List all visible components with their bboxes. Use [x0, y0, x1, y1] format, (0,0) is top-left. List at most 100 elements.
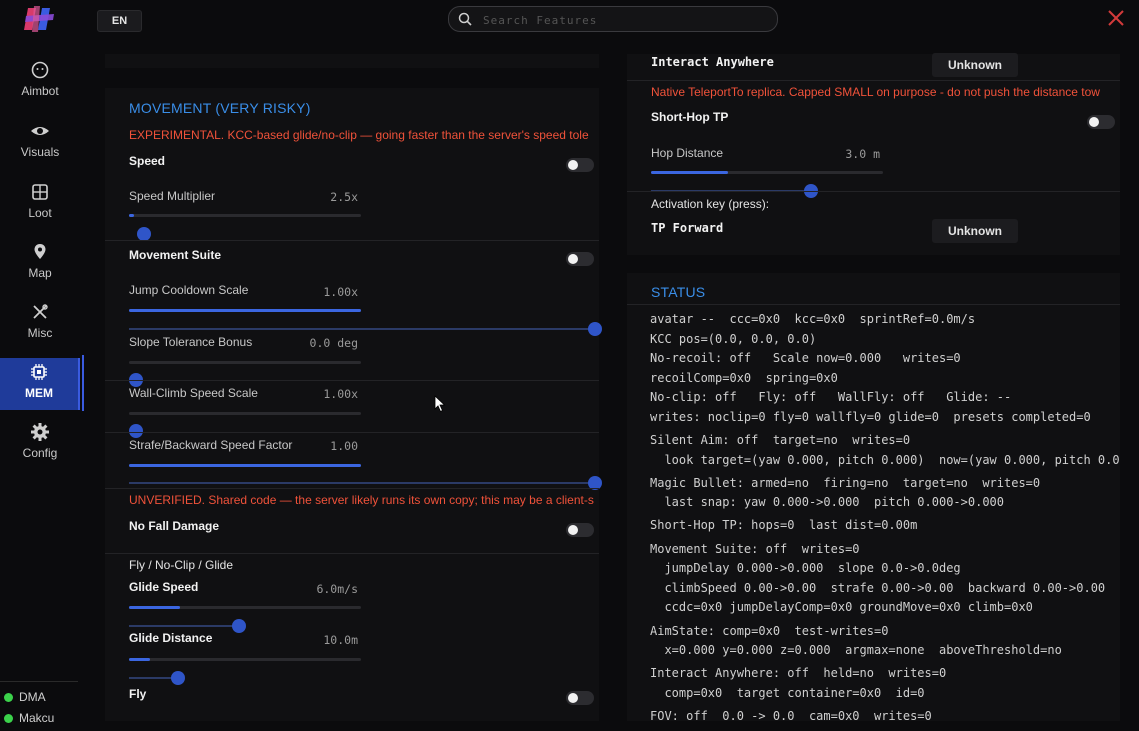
search-box[interactable]	[448, 6, 778, 32]
sidebar-item-label: MEM	[25, 386, 53, 400]
sidebar-item-label: Map	[28, 266, 52, 280]
fly-toggle[interactable]	[566, 691, 594, 705]
glide-distance-label: Glide Distance	[129, 631, 213, 645]
short-hop-tp-label: Short-Hop TP	[651, 110, 729, 124]
fly-label: Fly	[129, 687, 147, 701]
speed-multiplier-value: 2.5x	[330, 190, 358, 204]
glide-distance-bar	[129, 658, 361, 661]
mouse-cursor-icon	[434, 395, 446, 413]
sidebar-item-loot[interactable]: Loot	[0, 182, 80, 234]
glide-distance-value: 10.0m	[323, 633, 358, 647]
status-label: Makcu	[19, 711, 55, 725]
divider	[105, 432, 599, 433]
glide-speed-track	[129, 625, 239, 627]
eye-icon	[31, 127, 49, 135]
status-line: Short-Hop TP: hops=0 last dist=0.00m	[650, 518, 918, 532]
status-line: last snap: yaw 0.000->0.000 pitch 0.000-…	[650, 495, 1005, 509]
hop-distance-label: Hop Distance	[651, 146, 724, 160]
status-line: x=0.000 y=0.000 z=0.000 argmax=none abov…	[650, 643, 1062, 657]
status-line: FOV: off 0.0 -> 0.0 cam=0x0 writes=0	[650, 709, 932, 721]
sidebar-item-label: Aimbot	[21, 84, 59, 98]
status-dot-icon	[4, 693, 13, 703]
wall-climb-value: 1.00x	[323, 387, 358, 401]
divider	[105, 380, 599, 381]
slope-tolerance-label: Slope Tolerance Bonus	[129, 335, 253, 349]
hop-distance-value: 3.0 m	[845, 147, 880, 161]
gear-icon	[31, 423, 49, 441]
sidebar: Aimbot Visuals Loot Map Misc MEM Config …	[0, 0, 80, 731]
jump-cooldown-value: 1.00x	[323, 285, 358, 299]
jump-cooldown-bar	[129, 309, 361, 312]
divider	[627, 80, 1120, 81]
close-icon[interactable]	[1106, 8, 1126, 28]
hop-distance-bar	[651, 171, 883, 174]
glide-distance-slider[interactable]	[171, 671, 185, 685]
status-line: writes: noclip=0 fly=0 wallfly=0 glide=0…	[650, 410, 1091, 424]
speed-multiplier-label: Speed Multiplier	[129, 189, 216, 203]
fly-group-label: Fly / No-Clip / Glide	[129, 558, 234, 572]
sidebar-item-label: Misc	[27, 326, 53, 340]
status-line: avatar -- ccc=0x0 kcc=0x0 sprintRef=0.0m…	[650, 312, 976, 326]
search-icon	[458, 12, 472, 26]
sidebar-item-aimbot[interactable]: Aimbot	[0, 60, 80, 112]
active-indicator	[82, 355, 84, 411]
glide-speed-slider[interactable]	[232, 619, 246, 633]
speed-multiplier-bar	[129, 214, 361, 217]
status-line: Magic Bullet: armed=no firing=no target=…	[650, 476, 1041, 490]
jump-cooldown-label: Jump Cooldown Scale	[129, 283, 249, 297]
tp-forward-keybind-button[interactable]: Unknown	[932, 219, 1018, 243]
glide-speed-label: Glide Speed	[129, 580, 199, 594]
strafe-backward-value: 1.00	[330, 439, 358, 453]
jump-cooldown-track	[129, 328, 594, 330]
sidebar-item-mem[interactable]: MEM	[0, 358, 80, 410]
glide-speed-fill	[129, 606, 181, 609]
sidebar-item-config[interactable]: Config	[0, 422, 80, 474]
divider	[105, 488, 599, 489]
sidebar-item-visuals[interactable]: Visuals	[0, 121, 80, 173]
glide-distance-track	[129, 677, 177, 679]
sidebar-divider	[0, 681, 78, 682]
movement-suite-label: Movement Suite	[129, 248, 222, 262]
hop-distance-fill	[651, 171, 728, 174]
status-line: climbSpeed 0.00->0.00 strafe 0.00->0.00 …	[650, 581, 1106, 595]
jump-cooldown-slider[interactable]	[588, 322, 602, 336]
chip-icon	[31, 364, 47, 380]
status-line: jumpDelay 0.000->0.000 slope 0.0->0.0deg	[650, 561, 961, 575]
interact-anywhere-keybind-button[interactable]: Unknown	[932, 53, 1018, 77]
movement-suite-toggle[interactable]	[566, 252, 594, 266]
divider	[627, 191, 1120, 192]
language-button[interactable]: EN	[97, 10, 142, 32]
box-icon	[32, 184, 48, 200]
status-line: Silent Aim: off target=no writes=0	[650, 433, 911, 447]
status-line: Interact Anywhere: off held=no writes=0	[650, 666, 947, 680]
status-line: recoilComp=0x0 spring=0x0	[650, 371, 838, 385]
short-hop-tp-toggle[interactable]	[1087, 115, 1115, 129]
status-dma: DMA	[4, 690, 46, 704]
glide-distance-fill	[129, 658, 150, 661]
sidebar-item-label: Config	[22, 446, 58, 460]
wall-climb-slider[interactable]	[129, 424, 143, 438]
status-title: STATUS	[651, 284, 706, 300]
slope-tolerance-value: 0.0 deg	[309, 336, 358, 350]
status-line: Movement Suite: off writes=0	[650, 542, 860, 556]
speed-multiplier-slider[interactable]	[137, 227, 151, 241]
sidebar-item-label: Loot	[28, 206, 52, 220]
status-line: KCC pos=(0.0, 0.0, 0.0)	[650, 332, 817, 346]
tools-icon	[33, 304, 48, 319]
wall-climb-label: Wall-Climb Speed Scale	[129, 386, 258, 400]
no-fall-damage-toggle[interactable]	[566, 523, 594, 537]
no-fall-damage-label: No Fall Damage	[129, 519, 220, 533]
teleport-warning: Native TeleportTo replica. Capped SMALL …	[651, 85, 1100, 99]
divider	[105, 553, 599, 554]
pin-icon	[34, 244, 46, 259]
sidebar-item-label: Visuals	[20, 145, 60, 159]
status-label: DMA	[19, 690, 46, 704]
search-input[interactable]	[481, 10, 765, 30]
sidebar-item-map[interactable]: Map	[0, 242, 80, 294]
speed-label: Speed	[129, 154, 166, 168]
strafe-backward-track	[129, 482, 594, 484]
jump-cooldown-fill	[129, 309, 361, 312]
speed-toggle[interactable]	[566, 158, 594, 172]
sidebar-item-misc[interactable]: Misc	[0, 302, 80, 354]
app-logo-icon	[24, 6, 54, 32]
